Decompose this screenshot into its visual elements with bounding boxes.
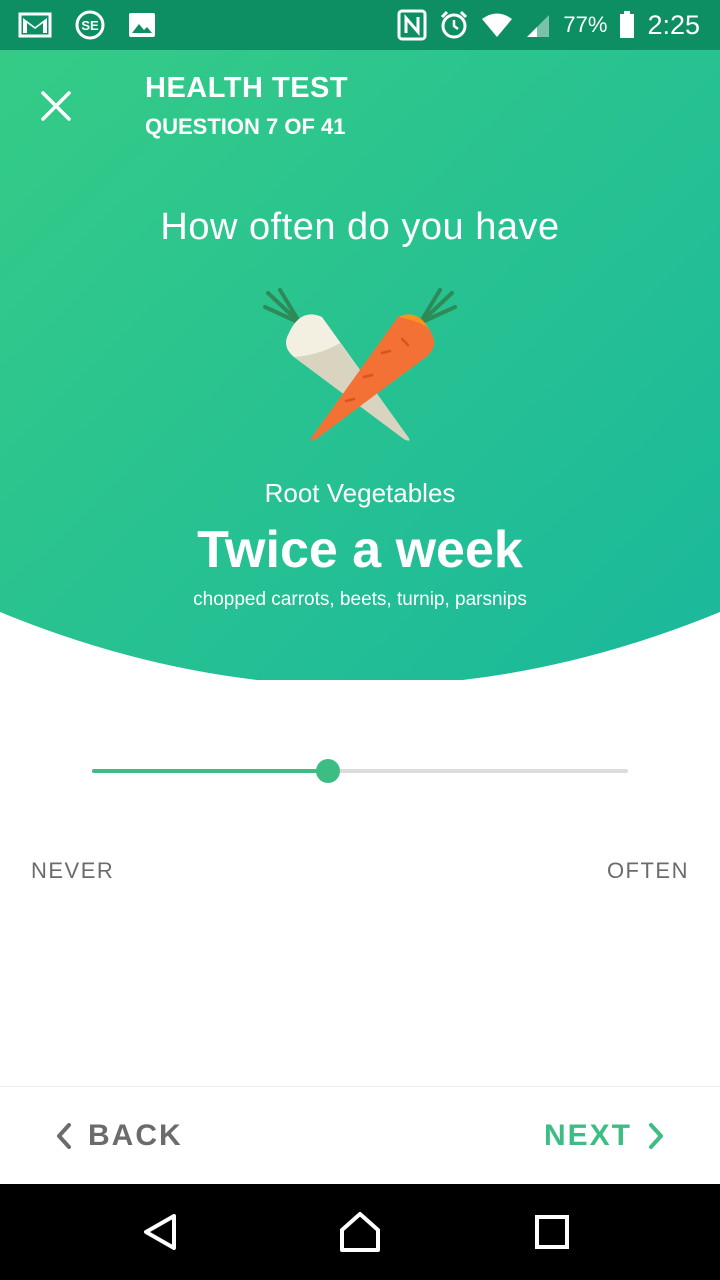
close-icon (41, 91, 71, 121)
root-vegetables-illustration (263, 288, 457, 441)
back-button-label: BACK (88, 1119, 183, 1152)
chevron-right-icon (649, 1123, 663, 1149)
question-progress: QUESTION 7 OF 41 (145, 114, 346, 139)
system-back-button[interactable] (134, 1206, 186, 1258)
gmail-icon (18, 12, 52, 38)
svg-text:SE: SE (81, 18, 99, 33)
page-title: HEALTH TEST (145, 72, 349, 104)
signal-icon (525, 12, 551, 38)
system-nav-bar (0, 1184, 720, 1280)
question-text: How often do you have (160, 206, 560, 248)
next-button[interactable]: NEXT (544, 1116, 664, 1156)
back-button[interactable]: BACK (56, 1116, 183, 1156)
back-triangle-icon (144, 1214, 176, 1250)
scale-min-label: NEVER (31, 858, 115, 883)
clock: 2:25 (647, 9, 700, 40)
notification-app-icon: SE (74, 10, 106, 40)
recents-icon (535, 1215, 569, 1249)
scale-max-label: OFTEN (606, 858, 689, 883)
gallery-icon (128, 12, 156, 38)
next-button-label: NEXT (543, 1119, 632, 1152)
slider-thumb[interactable] (315, 759, 340, 783)
alarm-icon (439, 10, 469, 40)
nfc-icon (397, 9, 427, 41)
footer-divider (0, 1086, 720, 1087)
slider-fill (92, 769, 328, 773)
battery-icon (619, 11, 635, 39)
examples-text: chopped carrots, beets, turnip, parsnips (193, 589, 527, 610)
wifi-icon (481, 12, 513, 38)
answer-value: Twice a week (197, 521, 523, 579)
category-label: Root Vegetables (264, 478, 456, 508)
close-button[interactable] (32, 82, 80, 130)
status-bar: SE 77% 2:25 (0, 0, 720, 50)
home-icon (340, 1212, 380, 1252)
battery-percent: 77% (563, 12, 608, 37)
system-recents-button[interactable] (526, 1206, 578, 1258)
frequency-slider[interactable] (92, 756, 628, 786)
chevron-left-icon (57, 1123, 71, 1149)
system-home-button[interactable] (334, 1206, 386, 1258)
